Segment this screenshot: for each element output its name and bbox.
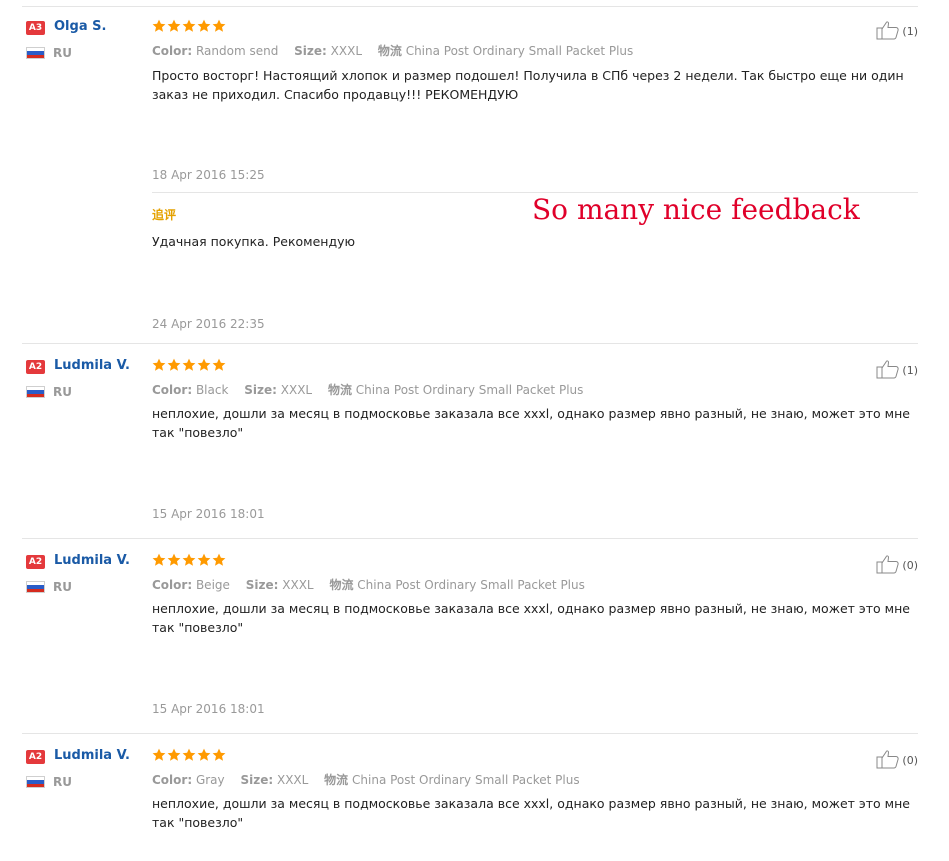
buyer-level-badge: A2 — [26, 360, 45, 374]
shipping-label: 物流 — [329, 578, 354, 592]
order-info: Color: Gray Size: XXXL 物流 China Post Ord… — [152, 771, 580, 788]
color-label: Color: — [152, 773, 193, 787]
star-icon — [167, 19, 181, 32]
russia-flag-icon — [26, 581, 45, 593]
color-value: Black — [195, 383, 229, 397]
buyer-level-badge: A2 — [26, 555, 45, 569]
helpful-button[interactable]: (1) — [876, 359, 918, 382]
buyer-country: RU — [53, 46, 72, 60]
buyer-name-link[interactable]: Ludmila V. — [54, 748, 130, 763]
review-item: A2 Ludmila V. RU Color: Black Size: XXXL… — [22, 344, 918, 536]
review-date: 18 Apr 2016 15:25 — [152, 168, 265, 182]
review-text: неплохие, дошли за месяц в подмосковье з… — [152, 601, 910, 635]
color-value: Random send — [195, 44, 279, 58]
size-value: XXXL — [280, 383, 313, 397]
star-icon — [152, 19, 166, 32]
star-icon — [212, 553, 226, 566]
thumbs-up-icon — [876, 21, 900, 40]
thumbs-up-icon — [876, 360, 900, 379]
size-label: Size: — [244, 383, 277, 397]
shipping-value: China Post Ordinary Small Packet Plus — [355, 383, 584, 397]
order-info: Color: Random send Size: XXXL 物流 China P… — [152, 42, 633, 59]
color-value: Gray — [195, 773, 225, 787]
review-date: 15 Apr 2016 18:01 — [152, 702, 265, 716]
shipping-value: China Post Ordinary Small Packet Plus — [357, 578, 585, 592]
russia-flag-icon — [26, 386, 45, 398]
buyer-name-link[interactable]: Ludmila V. — [54, 358, 130, 373]
review-text: Просто восторг! Настоящий хлопок и разме… — [152, 68, 904, 102]
buyer-name-link[interactable]: Ludmila V. — [54, 553, 130, 568]
star-icon — [212, 748, 226, 761]
thumbs-up-icon — [876, 359, 900, 382]
size-value: XXXL — [330, 44, 363, 58]
star-icon — [182, 19, 196, 32]
thumbs-up-icon — [876, 750, 900, 769]
helpful-count: (0) — [902, 559, 918, 572]
color-label: Color: — [152, 383, 193, 397]
star-icon — [167, 748, 181, 761]
star-icon — [152, 748, 166, 761]
buyer-name-link[interactable]: Olga S. — [54, 19, 106, 34]
star-icon — [197, 553, 211, 566]
thumbs-up-icon — [876, 554, 900, 577]
star-icon — [197, 19, 211, 32]
star-icon — [212, 358, 226, 371]
star-rating — [152, 553, 226, 568]
star-icon — [212, 19, 226, 32]
shipping-label: 物流 — [324, 773, 349, 787]
review-item: A3 Olga S. RU Color: Random send Size: X… — [22, 0, 918, 340]
size-label: Size: — [294, 44, 327, 58]
helpful-button[interactable]: (0) — [876, 749, 918, 772]
size-label: Size: — [240, 773, 274, 787]
shipping-label: 物流 — [327, 383, 352, 397]
helpful-count: (1) — [902, 364, 918, 377]
size-value: XXXL — [282, 578, 314, 592]
review-text: неплохие, дошли за месяц в подмосковье з… — [152, 406, 910, 440]
star-rating — [152, 748, 226, 763]
color-label: Color: — [152, 44, 193, 58]
star-icon — [167, 553, 181, 566]
buyer-level-badge: A2 — [26, 750, 45, 764]
star-rating — [152, 19, 226, 34]
order-info: Color: Black Size: XXXL 物流 China Post Or… — [152, 381, 583, 398]
russia-flag-icon — [26, 47, 45, 59]
shipping-value: China Post Ordinary Small Packet Plus — [405, 44, 634, 58]
helpful-count: (1) — [902, 25, 918, 38]
star-rating — [152, 358, 226, 373]
buyer-country: RU — [53, 775, 72, 789]
buyer-country: RU — [53, 385, 72, 399]
size-value: XXXL — [276, 773, 309, 787]
thumbs-up-icon — [876, 20, 900, 43]
buyer-level-badge: A3 — [26, 21, 45, 35]
appended-review-label: 追评 — [152, 208, 177, 222]
promo-overlay-text: So many nice feedback — [532, 193, 860, 226]
appended-review-text: Удачная покупка. Рекомендую — [152, 234, 356, 249]
star-icon — [167, 358, 181, 371]
color-label: Color: — [152, 578, 193, 592]
buyer-country: RU — [53, 580, 72, 594]
size-label: Size: — [245, 578, 279, 592]
star-icon — [197, 748, 211, 761]
shipping-label: 物流 — [377, 44, 402, 58]
helpful-count: (0) — [902, 754, 918, 767]
star-icon — [152, 358, 166, 371]
star-icon — [152, 553, 166, 566]
review-date: 15 Apr 2016 18:01 — [152, 507, 265, 521]
russia-flag-icon — [26, 776, 45, 788]
appended-review-date: 24 Apr 2016 22:35 — [152, 317, 265, 331]
star-icon — [182, 553, 196, 566]
star-icon — [197, 358, 211, 371]
review-item: A2 Ludmila V. RU Color: Gray Size: XXXL … — [22, 734, 918, 861]
thumbs-up-icon — [876, 749, 900, 772]
helpful-button[interactable]: (1) — [876, 20, 918, 43]
color-value: Beige — [195, 578, 230, 592]
star-icon — [182, 358, 196, 371]
review-text: неплохие, дошли за месяц в подмосковье з… — [152, 796, 910, 830]
star-icon — [182, 748, 196, 761]
helpful-button[interactable]: (0) — [876, 554, 918, 577]
thumbs-up-icon — [876, 555, 900, 574]
review-item: A2 Ludmila V. RU Color: Beige Size: XXXL… — [22, 539, 918, 731]
shipping-value: China Post Ordinary Small Packet Plus — [352, 773, 580, 787]
order-info: Color: Beige Size: XXXL 物流 China Post Or… — [152, 576, 585, 593]
